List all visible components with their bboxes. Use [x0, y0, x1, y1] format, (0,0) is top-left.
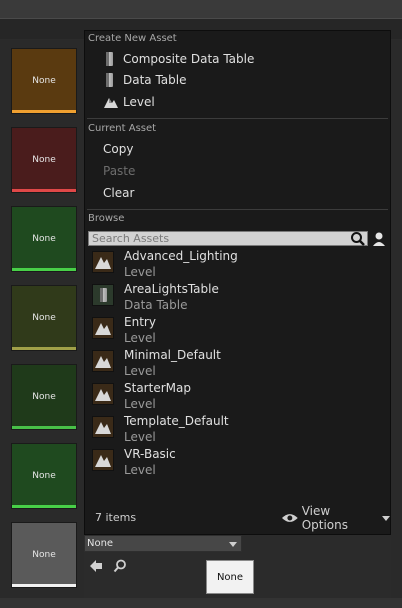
- asset-tile-darkgreen[interactable]: None: [11, 364, 77, 430]
- level-thumbnail-icon: [92, 317, 114, 339]
- level-icon: [103, 95, 118, 109]
- asset-item[interactable]: Advanced_Lighting Level: [89, 249, 385, 282]
- divider: [87, 118, 388, 119]
- asset-type: Data Table: [124, 298, 188, 312]
- menu-item-label: Level: [123, 95, 155, 109]
- document-icon: [103, 73, 117, 87]
- asset-name: StarterMap: [124, 381, 191, 395]
- asset-item[interactable]: AreaLightsTable Data Table: [89, 282, 385, 315]
- tile-label: None: [32, 392, 56, 402]
- divider: [87, 209, 388, 210]
- asset-name: Minimal_Default: [124, 348, 221, 362]
- search-assets-input[interactable]: Search Assets: [88, 231, 368, 246]
- tile-color-bar: [12, 110, 76, 113]
- asset-tile-olive[interactable]: None: [11, 285, 77, 351]
- asset-type: Level: [124, 364, 156, 378]
- create-level-item[interactable]: Level: [103, 93, 155, 111]
- document-icon: [103, 52, 117, 66]
- asset-type: Level: [124, 397, 156, 411]
- tile-color-bar: [12, 505, 76, 508]
- asset-tile-green[interactable]: None: [11, 206, 77, 272]
- asset-name: VR-Basic: [124, 447, 176, 461]
- person-filter-icon[interactable]: [371, 231, 387, 247]
- asset-type: Level: [124, 463, 156, 477]
- tile-label: None: [32, 550, 56, 560]
- tile-label: None: [32, 234, 56, 244]
- browse-search-icon[interactable]: [113, 559, 127, 573]
- tooltip: None: [206, 560, 254, 594]
- asset-item[interactable]: Template_Default Level: [89, 414, 385, 447]
- clear-item[interactable]: Clear: [103, 186, 134, 200]
- use-selected-arrow-icon[interactable]: [89, 559, 103, 573]
- top-toolbar: [0, 0, 402, 19]
- chevron-down-icon: [229, 542, 237, 547]
- create-composite-data-table-item[interactable]: Composite Data Table: [103, 50, 254, 68]
- search-icon[interactable]: [350, 231, 366, 246]
- right-strip: [391, 40, 402, 606]
- search-placeholder: Search Assets: [92, 232, 170, 245]
- bottom-strip: [0, 598, 402, 608]
- asset-type: Level: [124, 430, 156, 444]
- view-options-button[interactable]: View Options: [281, 504, 390, 532]
- browse-header: Browse: [88, 213, 125, 224]
- asset-item[interactable]: Minimal_Default Level: [89, 348, 385, 381]
- tile-label: None: [32, 155, 56, 165]
- tile-label: None: [32, 76, 56, 86]
- copy-item[interactable]: Copy: [103, 142, 133, 156]
- view-options-label: View Options: [301, 504, 349, 532]
- asset-tile-grey[interactable]: None: [11, 522, 77, 588]
- asset-name: AreaLightsTable: [124, 282, 219, 296]
- menu-item-label: Data Table: [123, 73, 187, 87]
- asset-item[interactable]: StarterMap Level: [89, 381, 385, 414]
- create-new-asset-header: Create New Asset: [88, 33, 177, 44]
- asset-name: Entry: [124, 315, 156, 329]
- tile-color-bar: [12, 189, 76, 192]
- level-thumbnail-icon: [92, 350, 114, 372]
- level-thumbnail-icon: [92, 449, 114, 471]
- chevron-down-icon: [382, 515, 390, 521]
- asset-combo-box[interactable]: None: [84, 535, 242, 552]
- menu-item-label: Composite Data Table: [123, 52, 255, 66]
- combo-value: None: [87, 538, 114, 549]
- asset-name: Template_Default: [124, 414, 229, 428]
- paste-item[interactable]: Paste: [103, 164, 135, 178]
- asset-tile-green-2[interactable]: None: [11, 443, 77, 509]
- create-data-table-item[interactable]: Data Table: [103, 71, 187, 89]
- item-count: 7 items: [95, 511, 137, 524]
- asset-tile-red[interactable]: None: [11, 127, 77, 193]
- tile-label: None: [32, 471, 56, 481]
- tile-color-bar: [12, 347, 76, 350]
- asset-item[interactable]: Entry Level: [89, 315, 385, 348]
- tile-color-bar: [12, 268, 76, 271]
- tile-color-bar: [12, 426, 76, 429]
- asset-type: Level: [124, 265, 156, 279]
- tile-label: None: [32, 313, 56, 323]
- asset-name: Advanced_Lighting: [124, 249, 238, 263]
- current-asset-header: Current Asset: [88, 123, 157, 134]
- level-thumbnail-icon: [92, 383, 114, 405]
- asset-picker-menu: Create New Asset Composite Data Table Da…: [84, 30, 391, 535]
- data-table-thumbnail-icon: [92, 284, 114, 306]
- asset-tile-orange[interactable]: None: [11, 48, 77, 114]
- asset-type: Level: [124, 331, 156, 345]
- level-thumbnail-icon: [92, 251, 114, 273]
- asset-item[interactable]: VR-Basic Level: [89, 447, 385, 480]
- level-thumbnail-icon: [92, 416, 114, 438]
- tile-color-bar: [12, 584, 76, 587]
- eye-icon: [281, 514, 298, 522]
